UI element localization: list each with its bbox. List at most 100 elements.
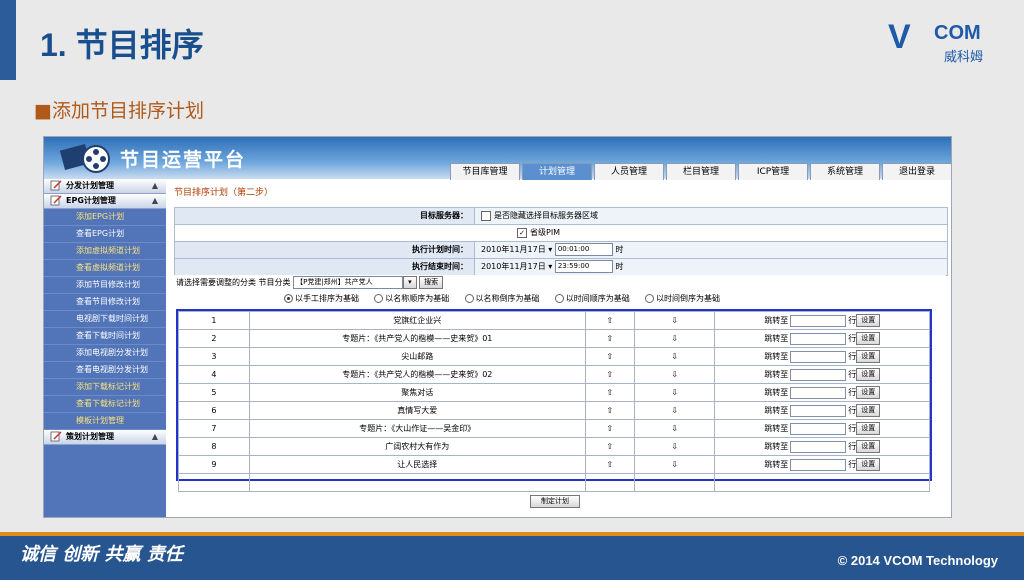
- radio-name-asc[interactable]: [374, 294, 384, 303]
- pim-label: 省级PIM: [530, 228, 561, 237]
- main-panel: 节目排序计划（第二步） 目标服务器： 是否隐藏选择目标服务器区域 ✓ 省级PIM …: [174, 179, 948, 517]
- search-button[interactable]: 搜索: [419, 276, 444, 289]
- logo-cn: 威科姆: [944, 50, 984, 65]
- set-button[interactable]: 设置: [856, 314, 881, 327]
- move-up-icon[interactable]: ⇧: [584, 347, 635, 366]
- move-down-icon[interactable]: ⇩: [633, 383, 716, 402]
- sidebar-group-label: 分发计划管理: [66, 181, 114, 190]
- move-down-icon[interactable]: ⇩: [633, 311, 716, 330]
- jump-input[interactable]: [790, 350, 847, 363]
- set-button[interactable]: 设置: [856, 404, 881, 417]
- jump-cell: 跳转至 行设置: [714, 383, 930, 402]
- jump-input[interactable]: [790, 386, 847, 399]
- jump-input[interactable]: [790, 440, 847, 453]
- sidebar-group-label: EPG计划管理: [66, 196, 116, 205]
- jump-input[interactable]: [790, 458, 847, 471]
- jump-input[interactable]: [790, 314, 847, 327]
- move-up-icon[interactable]: ⇧: [584, 437, 635, 456]
- radio-label: 以手工排序为基础: [295, 294, 359, 303]
- jump-input[interactable]: [790, 368, 847, 381]
- tab-column[interactable]: 栏目管理: [666, 163, 736, 180]
- move-up-icon[interactable]: ⇧: [584, 329, 635, 348]
- sidebar-item[interactable]: 查看下载时间计划: [44, 328, 166, 345]
- sidebar-item[interactable]: 模板计划管理: [44, 413, 166, 430]
- category-select[interactable]: 【P党建|郑州】共产党人: [293, 276, 404, 289]
- set-button[interactable]: 设置: [856, 440, 881, 453]
- radio-time-desc[interactable]: [645, 294, 655, 303]
- set-button[interactable]: 设置: [856, 368, 881, 381]
- date-dropdown-icon[interactable]: ▾: [548, 262, 552, 271]
- tab-staff[interactable]: 人员管理: [594, 163, 664, 180]
- row-suffix: 行: [848, 406, 857, 415]
- pim-checkbox[interactable]: ✓: [517, 227, 527, 238]
- jump-cell: 跳转至 行设置: [714, 419, 930, 438]
- jump-label: 跳转至: [764, 460, 789, 469]
- table-row: 3 尖山邮路 ⇧ ⇩ 跳转至 行设置: [178, 347, 930, 366]
- sidebar-item[interactable]: 查看虚拟频道计划: [44, 260, 166, 277]
- set-button[interactable]: 设置: [856, 386, 881, 399]
- sidebar-group-strategy[interactable]: 策划计划管理 ▲: [44, 430, 166, 445]
- select-arrow-icon[interactable]: ▾: [403, 276, 417, 289]
- sidebar-item[interactable]: 查看电视剧分发计划: [44, 362, 166, 379]
- hide-region-checkbox[interactable]: [481, 210, 491, 221]
- radio-name-desc[interactable]: [464, 294, 474, 303]
- sidebar-item[interactable]: 查看EPG计划: [44, 226, 166, 243]
- jump-input[interactable]: [790, 404, 847, 417]
- date-dropdown-icon[interactable]: ▾: [548, 245, 552, 254]
- sidebar-group-epg[interactable]: EPG计划管理 ▲: [44, 194, 166, 209]
- set-button[interactable]: 设置: [856, 422, 881, 435]
- move-down-icon[interactable]: ⇩: [633, 329, 716, 348]
- move-down-icon[interactable]: ⇩: [633, 437, 716, 456]
- move-up-icon[interactable]: ⇧: [584, 401, 635, 420]
- tab-system[interactable]: 系统管理: [810, 163, 880, 180]
- jump-input[interactable]: [790, 332, 847, 345]
- move-down-icon[interactable]: ⇩: [633, 365, 716, 384]
- end-date[interactable]: 2010年11月17日: [481, 262, 546, 271]
- program-name: 尖山邮路: [248, 347, 586, 366]
- move-up-icon[interactable]: ⇧: [584, 311, 635, 330]
- sidebar-item[interactable]: 添加EPG计划: [44, 209, 166, 226]
- make-plan-button[interactable]: 制定计划: [530, 495, 580, 508]
- move-up-icon[interactable]: ⇧: [584, 455, 635, 474]
- pencil-icon: [50, 195, 62, 206]
- sidebar-group-distribution[interactable]: 分发计划管理 ▲: [44, 179, 166, 194]
- jump-cell: 跳转至 行设置: [714, 311, 930, 330]
- sidebar-item[interactable]: 添加下载标记计划: [44, 379, 166, 396]
- exec-date[interactable]: 2010年11月17日: [481, 245, 546, 254]
- row-suffix: 行: [848, 334, 857, 343]
- radio-time-asc[interactable]: [554, 294, 564, 303]
- sidebar-item[interactable]: 电视剧下载时间计划: [44, 311, 166, 328]
- move-up-icon[interactable]: ⇧: [584, 365, 635, 384]
- sidebar-item[interactable]: 添加虚拟频道计划: [44, 243, 166, 260]
- sidebar-item[interactable]: 查看节目修改计划: [44, 294, 166, 311]
- radio-manual[interactable]: [284, 294, 293, 303]
- tab-logout[interactable]: 退出登录: [882, 163, 951, 180]
- sidebar-item[interactable]: 添加电视剧分发计划: [44, 345, 166, 362]
- move-down-icon[interactable]: ⇩: [633, 455, 716, 474]
- tab-library[interactable]: 节目库管理: [450, 163, 520, 180]
- move-up-icon[interactable]: ⇧: [584, 419, 635, 438]
- end-time-input[interactable]: 23:59:00: [554, 260, 613, 273]
- slide-left-bar: [0, 0, 16, 80]
- set-button[interactable]: 设置: [856, 350, 881, 363]
- move-down-icon[interactable]: ⇩: [633, 347, 716, 366]
- set-button[interactable]: 设置: [856, 458, 881, 471]
- row-suffix: 行: [848, 460, 857, 469]
- tab-plan[interactable]: 计划管理: [522, 163, 592, 180]
- chevron-up-icon: ▲: [151, 432, 158, 441]
- table-row: 7 专题片：《大山作证——吴金印》 ⇧ ⇩ 跳转至 行设置: [178, 419, 930, 438]
- move-down-icon[interactable]: ⇩: [633, 401, 716, 420]
- sidebar-item[interactable]: 查看下载标记计划: [44, 396, 166, 413]
- table-row: 5 聚焦对话 ⇧ ⇩ 跳转至 行设置: [178, 383, 930, 402]
- tab-icp[interactable]: ICP管理: [738, 163, 808, 180]
- sidebar-item[interactable]: 添加节目修改计划: [44, 277, 166, 294]
- move-down-icon[interactable]: ⇩: [633, 419, 716, 438]
- jump-input[interactable]: [790, 422, 847, 435]
- set-button[interactable]: 设置: [856, 332, 881, 345]
- move-up-icon[interactable]: ⇧: [584, 383, 635, 402]
- row-index: 2: [178, 329, 250, 348]
- jump-label: 跳转至: [764, 406, 789, 415]
- exec-time-input[interactable]: 00:01:00: [554, 243, 613, 256]
- program-name: 广阔农村大有作为: [248, 437, 586, 456]
- target-server-label: 目标服务器：: [175, 208, 475, 224]
